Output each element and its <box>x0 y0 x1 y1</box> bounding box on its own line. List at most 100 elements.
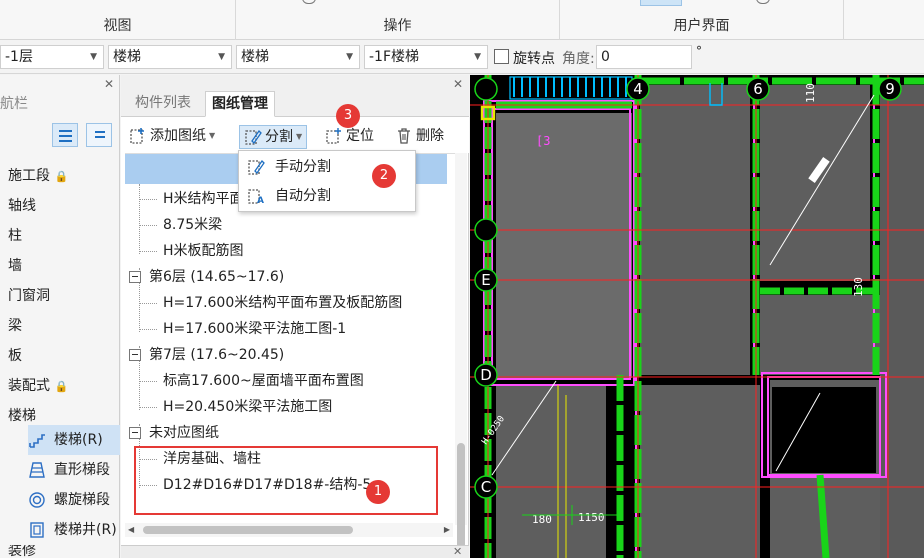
marker-3: 3 <box>336 104 360 128</box>
highlight-box <box>134 446 438 515</box>
tree-item[interactable]: H=17.600米梁平法施工图-1 <box>125 316 455 342</box>
dim-130: 130 <box>852 277 865 297</box>
tree-item[interactable]: H=20.450米梁平法施工图 <box>125 394 455 420</box>
nav-subitem-stairwell[interactable]: 楼梯井(R) <box>28 515 120 545</box>
nav-item-column[interactable]: 柱 <box>8 221 68 251</box>
selector-bar: -1层 ▼ 楼梯 ▼ 楼梯 ▼ -1F楼梯 ▼ 旋转点 角度: 0 ° <box>0 40 924 74</box>
collapse-icon[interactable] <box>129 349 141 361</box>
angle-input[interactable]: 0 <box>596 45 692 69</box>
nav-view-toggle <box>52 123 116 151</box>
split-icon <box>245 129 262 145</box>
straight-flight-icon <box>29 462 45 478</box>
scroll-thumb[interactable] <box>457 443 465 558</box>
collapse-icon[interactable] <box>129 427 141 439</box>
lock-icon: 🔒 <box>54 380 69 393</box>
trash-icon <box>398 128 410 144</box>
cad-drawing[interactable]: 4 6 9 E D C 110 130 180 1150 H-0250 [3 <box>470 75 924 558</box>
cad-canvas[interactable]: 4 6 9 E D C 110 130 180 1150 H-0250 [3 <box>470 75 924 558</box>
angle-input-value: 0 <box>601 49 610 65</box>
tree-item[interactable]: H米板配筋图 <box>125 238 455 264</box>
stair-hatch <box>509 76 633 100</box>
category-select[interactable]: 楼梯 ▼ <box>108 45 232 69</box>
instance-select-value: -1F楼梯 <box>369 49 420 65</box>
tree-group-unmatched[interactable]: 未对应图纸 <box>125 420 455 446</box>
instance-select[interactable]: -1F楼梯 ▼ <box>364 45 488 69</box>
floor-select[interactable]: -1层 ▼ <box>0 45 104 69</box>
scroll-thumb[interactable] <box>143 526 353 534</box>
axis-label: 9 <box>885 80 895 98</box>
nav-subitem-straight-flight[interactable]: 直形梯段 <box>28 455 120 485</box>
stair-icon <box>29 434 45 448</box>
chevron-down-icon: ▼ <box>474 52 481 62</box>
axis-label: 6 <box>753 80 763 98</box>
component-select[interactable]: 楼梯 ▼ <box>236 45 360 69</box>
close-icon[interactable]: ✕ <box>104 77 114 91</box>
tree-vertical-scrollbar[interactable] <box>455 153 467 558</box>
scroll-right-icon[interactable]: ▶ <box>444 523 450 537</box>
navigation-panel: ✕ 导航栏 施工段 🔒 轴线 柱 墙 门窗洞 梁 板 装配式 🔒 楼梯 楼梯(R… <box>0 75 120 558</box>
tree-group-floor-6[interactable]: 第6层 (14.65~17.6) <box>125 264 455 290</box>
ribbon: 视图 操作 用户界面 <box>0 0 924 40</box>
nav-item-wall[interactable]: 墙 <box>8 251 68 281</box>
nav-title: 导航栏 <box>0 96 28 112</box>
nav-item-construction-segment[interactable]: 施工段 🔒 <box>8 161 68 191</box>
scroll-left-icon[interactable]: ◀ <box>128 523 134 537</box>
stair-shaft <box>772 387 876 473</box>
panel-toolbar: 添加图纸 ▼ 分割 ▼ 定位 删除 <box>121 117 469 153</box>
auto-split-icon: A <box>248 189 264 205</box>
nav-item-decoration[interactable]: 装修 <box>8 545 36 558</box>
tree-item[interactable]: 8.75米梁 <box>125 212 455 238</box>
slab-region <box>496 385 606 558</box>
dim-1150: 1150 <box>578 511 605 524</box>
manual-split-icon <box>248 159 265 175</box>
axis-label: 4 <box>633 80 643 98</box>
close-icon[interactable]: ✕ <box>453 77 463 91</box>
tree-item[interactable]: 标高17.600~屋面墙平面布置图 <box>125 368 455 394</box>
collapse-icon[interactable] <box>129 271 141 283</box>
angle-unit: ° <box>696 44 702 58</box>
operation-tool-icon[interactable] <box>302 0 316 4</box>
locate-icon <box>326 128 341 144</box>
tab-component-list[interactable]: 构件列表 <box>129 91 197 117</box>
ui-layout-button[interactable] <box>640 0 682 6</box>
category-select-value: 楼梯 <box>113 49 141 65</box>
slab-region <box>640 385 760 558</box>
locate-button[interactable]: 定位 <box>325 125 374 149</box>
slab-region <box>760 85 870 281</box>
ui-restore-icon[interactable] <box>756 0 770 4</box>
slab-region <box>496 113 632 378</box>
chevron-down-icon: ▼ <box>296 132 303 141</box>
nav-item-slab[interactable]: 板 <box>8 341 68 371</box>
nav-items: 施工段 🔒 轴线 柱 墙 门窗洞 梁 板 装配式 🔒 楼梯 <box>8 161 68 431</box>
ribbon-group-operation-label: 操作 <box>383 18 412 34</box>
chevron-down-icon: ▼ <box>209 131 216 140</box>
rotate-point-checkbox[interactable] <box>494 49 509 64</box>
tab-drawing-management[interactable]: 图纸管理 <box>205 91 275 117</box>
nav-item-beam[interactable]: 梁 <box>8 311 68 341</box>
chevron-down-icon: ▼ <box>90 52 97 62</box>
dim-110: 110 <box>804 83 817 103</box>
add-drawing-button[interactable]: 添加图纸 ▼ <box>129 125 215 149</box>
axis-label: D <box>480 366 492 384</box>
nav-subitem-stair[interactable]: 楼梯(R) <box>28 425 120 455</box>
marker-1: 1 <box>366 480 390 504</box>
lock-icon: 🔒 <box>54 170 69 183</box>
nav-item-door-window[interactable]: 门窗洞 <box>8 281 68 311</box>
tree-group-floor-7[interactable]: 第7层 (17.6~20.45) <box>125 342 455 368</box>
delete-button[interactable]: 删除 <box>395 125 444 149</box>
marker-2: 2 <box>372 164 396 188</box>
component-select-value: 楼梯 <box>241 49 269 65</box>
angle-label: 角度: <box>562 51 595 67</box>
spiral-flight-icon <box>29 492 45 508</box>
nav-subitem-spiral-flight[interactable]: 螺旋梯段 <box>28 485 120 515</box>
ribbon-group-view: 视图 <box>0 0 236 40</box>
tree-horizontal-scrollbar[interactable]: ◀ ▶ <box>125 523 453 537</box>
chevron-down-icon: ▼ <box>218 52 225 62</box>
close-icon[interactable]: ✕ <box>453 545 462 558</box>
split-button[interactable]: 分割 ▼ <box>239 125 308 149</box>
tree-item[interactable]: H=17.600米结构平面布置及板配筋图 <box>125 290 455 316</box>
detail-view-icon[interactable] <box>86 123 113 147</box>
list-view-icon[interactable] <box>52 123 78 147</box>
nav-item-prefab[interactable]: 装配式 🔒 <box>8 371 68 401</box>
nav-item-axis[interactable]: 轴线 <box>8 191 68 221</box>
